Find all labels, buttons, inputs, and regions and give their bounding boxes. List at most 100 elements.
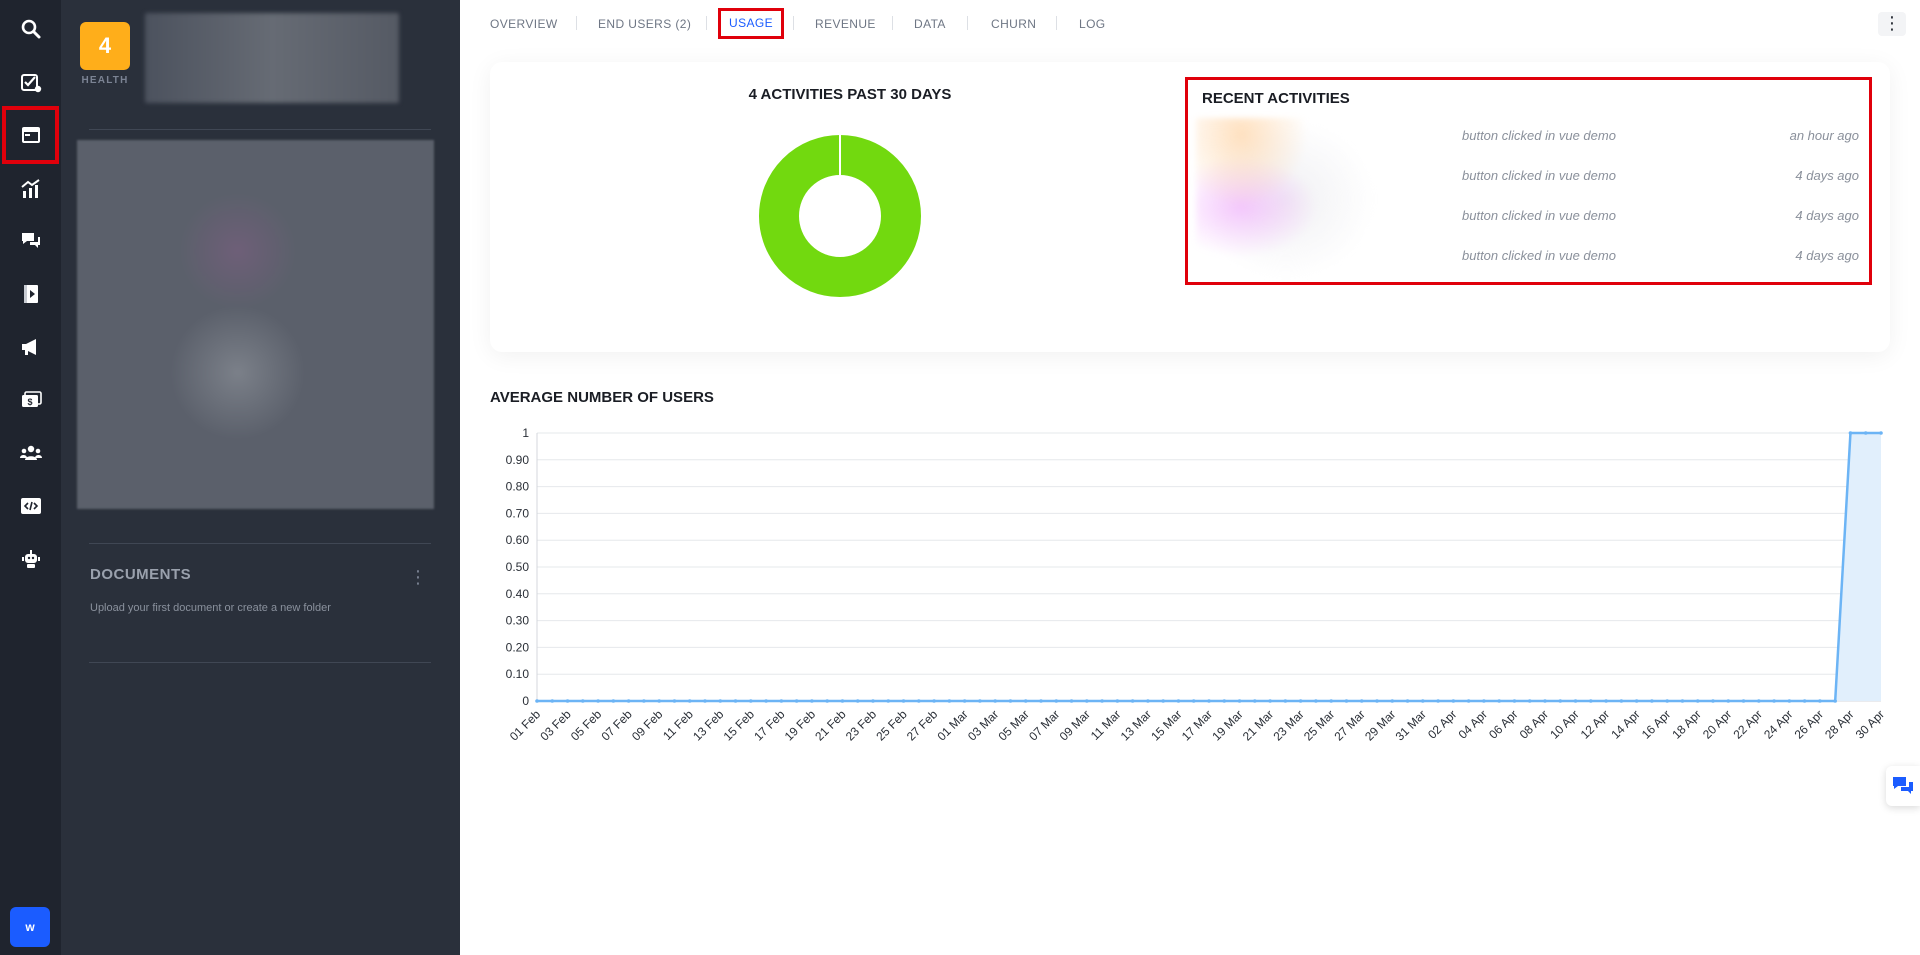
recent-activities-title: RECENT ACTIVITIES (1202, 90, 1350, 107)
x-tick-label: 10 Apr (1547, 707, 1581, 741)
activity-row: button clicked in vue demo 4 days ago (1188, 168, 1869, 188)
x-tick-label: 28 Apr (1822, 707, 1856, 741)
documents-menu-icon[interactable]: ⋮ (409, 568, 427, 589)
data-point (1818, 699, 1822, 703)
data-point (1757, 699, 1761, 703)
documents-empty-hint: Upload your first document or create a n… (90, 602, 331, 614)
data-point (1772, 699, 1776, 703)
data-point (1527, 699, 1532, 703)
y-tick-label: 0.80 (506, 480, 530, 494)
data-point (1863, 431, 1868, 435)
y-tick-label: 0.10 (506, 667, 530, 681)
y-tick-label: 0.30 (506, 614, 530, 628)
data-point (626, 699, 631, 703)
x-tick-label: 05 Feb (568, 707, 605, 744)
tab-overview[interactable]: OVERVIEW (490, 13, 558, 35)
data-point (733, 699, 738, 703)
data-point (978, 699, 982, 703)
x-tick-label: 11 Feb (660, 707, 696, 743)
users-group-icon[interactable] (0, 427, 61, 479)
data-point (1207, 699, 1211, 703)
x-tick-label: 04 Apr (1456, 707, 1490, 741)
search-icon[interactable] (0, 3, 61, 55)
data-point (1100, 699, 1104, 703)
x-tick-label: 25 Mar (1301, 707, 1337, 743)
tab-churn[interactable]: CHURN (991, 13, 1036, 35)
more-options-icon[interactable]: ⋮ (1878, 12, 1906, 36)
x-tick-label: 11 Mar (1088, 707, 1124, 743)
playbook-icon[interactable] (0, 268, 61, 320)
x-tick-label: 19 Feb (782, 707, 819, 744)
data-point (794, 699, 799, 703)
data-point (1146, 699, 1150, 703)
activity-description: button clicked in vue demo (1462, 248, 1616, 263)
data-point (855, 699, 860, 703)
data-point (764, 699, 768, 703)
data-point (703, 699, 707, 703)
data-point (1848, 431, 1853, 435)
y-tick-label: 0.90 (506, 453, 530, 467)
x-tick-label: 16 Apr (1639, 707, 1673, 741)
panel-divider (89, 543, 431, 544)
activity-time: 4 days ago (1795, 248, 1859, 263)
x-tick-label: 17 Mar (1179, 707, 1215, 743)
icon-rail: $ w (0, 0, 61, 955)
x-tick-label: 02 Apr (1425, 707, 1459, 741)
tab-usage[interactable]: USAGE (717, 8, 785, 39)
robot-icon[interactable] (0, 533, 61, 585)
x-tick-label: 29 Mar (1362, 707, 1398, 743)
billing-icon[interactable]: $ (0, 374, 61, 426)
data-point (1253, 699, 1257, 703)
data-point (1573, 699, 1578, 703)
data-point (687, 699, 692, 703)
tab-data[interactable]: DATA (914, 13, 946, 35)
data-point (932, 699, 936, 703)
analytics-chart-icon[interactable] (0, 163, 61, 215)
x-tick-label: 26 Apr (1792, 707, 1826, 741)
tab-revenue[interactable]: REVENUE (815, 13, 876, 35)
x-tick-label: 07 Feb (598, 707, 635, 744)
data-point (672, 699, 677, 703)
activities-donut-chart (759, 133, 921, 297)
data-point (1222, 699, 1227, 703)
account-details-redacted (77, 140, 434, 509)
x-tick-label: 27 Feb (904, 707, 941, 744)
data-point (1726, 699, 1731, 703)
data-point (1023, 699, 1028, 703)
task-bell-icon[interactable] (0, 57, 61, 109)
y-tick-label: 0.70 (506, 506, 530, 520)
data-point (1436, 699, 1440, 703)
data-point (657, 699, 661, 703)
activity-time: 4 days ago (1795, 168, 1859, 183)
x-tick-label: 12 Apr (1578, 707, 1612, 741)
x-tick-label: 03 Feb (537, 707, 574, 744)
tab-end-users[interactable]: END USERS (2) (598, 13, 691, 35)
y-tick-label: 0.60 (506, 533, 530, 547)
data-point (1237, 699, 1242, 703)
data-point (1650, 699, 1654, 703)
data-point (947, 699, 952, 703)
support-chat-button[interactable] (1886, 766, 1920, 806)
tab-separator (967, 16, 968, 30)
chat-icon[interactable] (0, 215, 61, 267)
y-tick-label: 1 (522, 426, 529, 440)
activity-row: button clicked in vue demo 4 days ago (1188, 248, 1869, 268)
data-point (550, 699, 555, 703)
x-tick-label: 07 Mar (1026, 707, 1062, 743)
user-avatar-button[interactable]: w (10, 907, 50, 947)
data-point (1375, 699, 1379, 703)
x-tick-label: 15 Feb (721, 707, 758, 744)
chart-title: AVERAGE NUMBER OF USERS (490, 389, 714, 406)
data-point (1054, 699, 1059, 703)
data-point (611, 699, 616, 703)
tab-separator (576, 16, 577, 30)
data-point (1359, 699, 1364, 703)
tab-log[interactable]: LOG (1079, 13, 1106, 35)
megaphone-icon[interactable] (0, 321, 61, 373)
data-point (1589, 699, 1593, 703)
browser-window-icon[interactable] (2, 106, 59, 164)
data-point (1130, 699, 1135, 703)
health-score-badge: 4 (80, 22, 130, 70)
tab-separator (1056, 16, 1057, 30)
code-icon[interactable] (0, 480, 61, 532)
